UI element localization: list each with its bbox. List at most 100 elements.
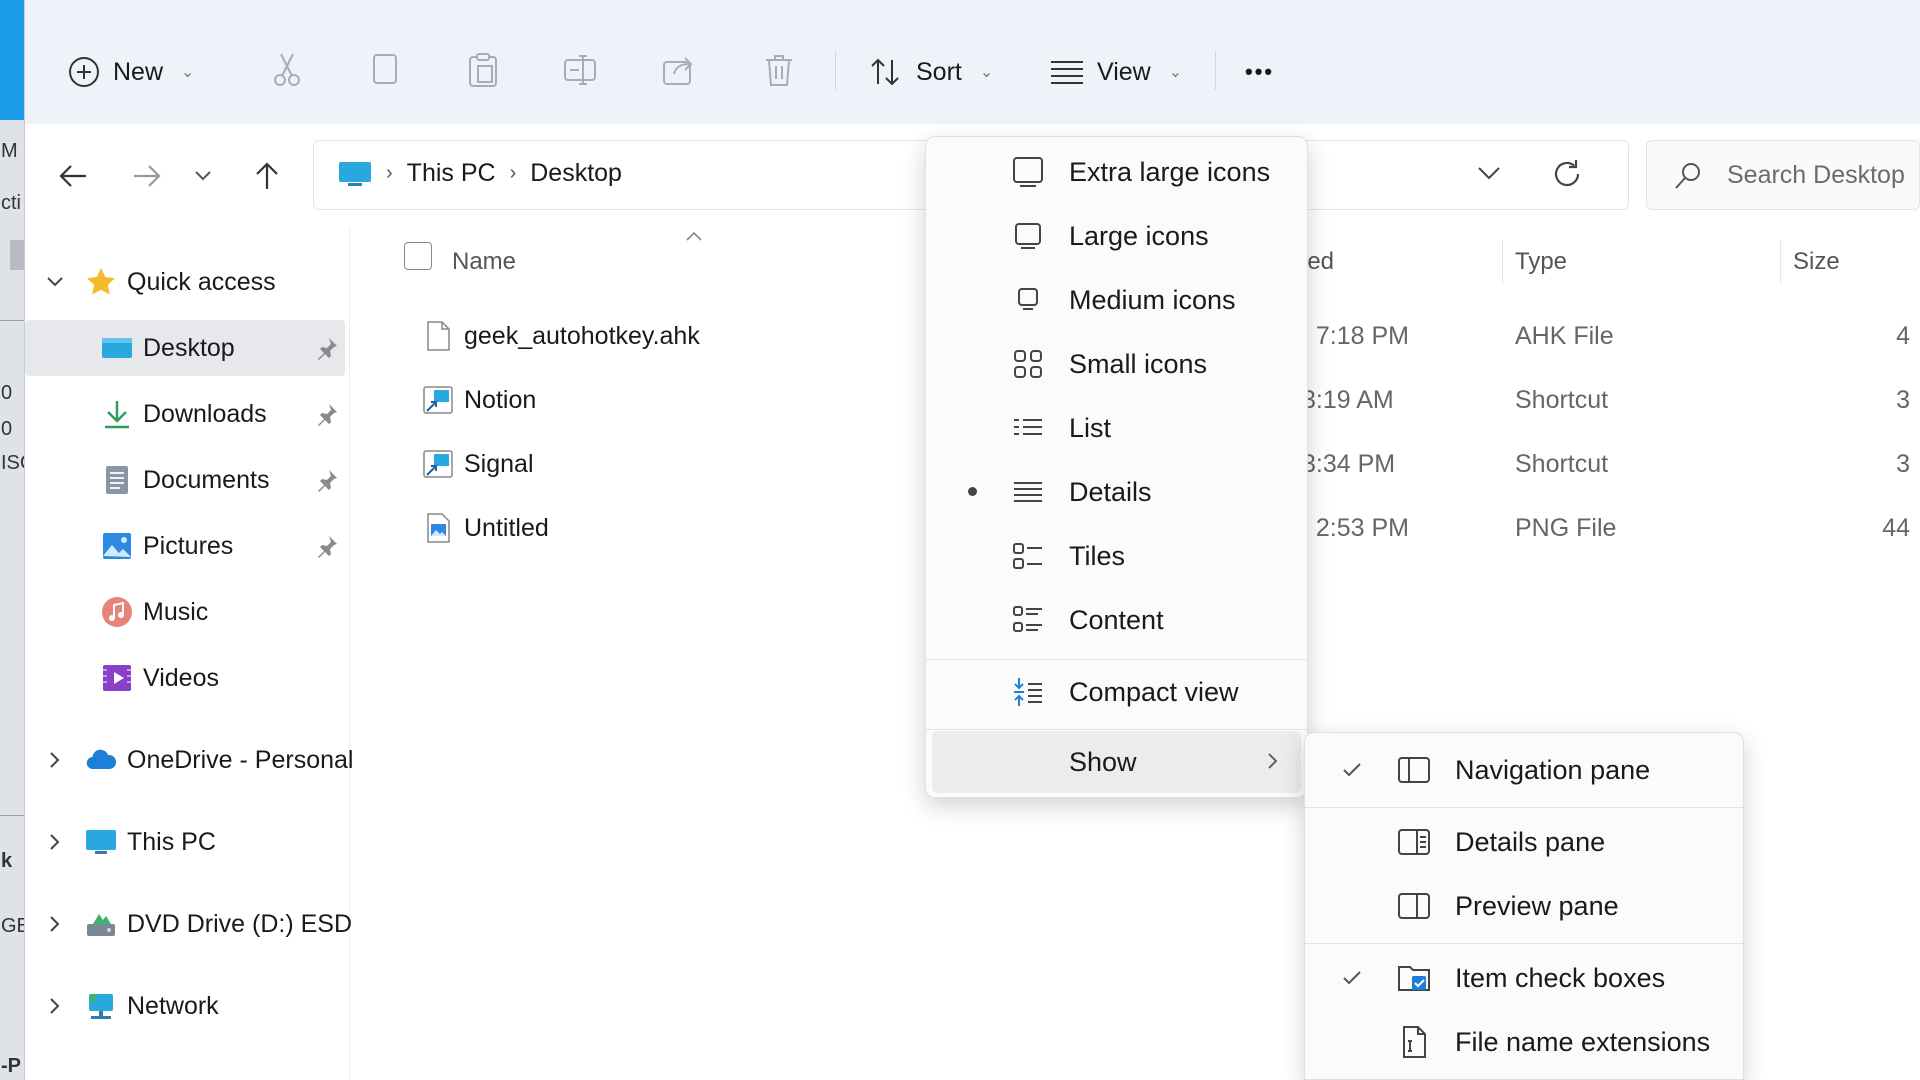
file-size: 44 <box>1882 514 1910 542</box>
forward-button[interactable] <box>125 154 169 198</box>
shortcut-icon <box>422 384 454 416</box>
sidebar-item-label: This PC <box>127 828 216 856</box>
copy-button[interactable] <box>365 50 405 90</box>
menu-item-list[interactable]: List <box>932 397 1301 459</box>
sidebar-item-label: DVD Drive (D:) ESD- <box>127 910 361 938</box>
checkbox-folder-icon <box>1397 961 1431 995</box>
sidebar-item-documents[interactable]: Documents <box>25 452 345 508</box>
file-icon <box>422 320 454 352</box>
arrow-right-icon <box>132 163 162 189</box>
sidebar-item-label: Pictures <box>143 532 234 560</box>
sidebar-item-videos[interactable]: Videos <box>25 650 345 706</box>
menu-item-item-check-boxes[interactable]: Item check boxes <box>1311 947 1737 1009</box>
background-text-fragment: GB <box>1 915 24 937</box>
search-input[interactable]: Search Desktop <box>1646 140 1920 210</box>
menu-item-navigation-pane[interactable]: Navigation pane <box>1311 739 1737 801</box>
view-menu: Extra large icons Large icons Medium ico… <box>925 136 1309 798</box>
menu-item-tiles[interactable]: Tiles <box>932 525 1301 587</box>
sidebar-item-desktop[interactable]: Desktop <box>25 320 345 376</box>
selected-bullet-icon <box>968 487 977 496</box>
sort-ascending-icon <box>685 230 703 242</box>
up-button[interactable] <box>245 154 289 198</box>
sidebar-item-downloads[interactable]: Downloads <box>25 386 345 442</box>
file-type: PNG File <box>1515 514 1617 542</box>
more-options-button[interactable]: ••• <box>1245 44 1274 100</box>
menu-item-label: Small icons <box>1069 349 1208 379</box>
chevron-right-icon[interactable] <box>43 994 67 1018</box>
sidebar-item-label: Music <box>143 598 209 626</box>
sidebar-item-onedrive[interactable]: OneDrive - Personal <box>25 732 353 788</box>
sidebar-item-dvd-drive[interactable]: DVD Drive (D:) ESD- <box>25 896 360 952</box>
sort-button[interactable]: Sort ⌄ <box>868 44 993 100</box>
file-date: : 2:53 PM <box>1302 514 1409 542</box>
menu-item-large-icons[interactable]: Large icons <box>932 205 1301 267</box>
refresh-icon <box>1550 157 1584 191</box>
pc-monitor-icon <box>85 826 117 858</box>
delete-button[interactable] <box>759 50 799 90</box>
navigation-pane-icon <box>1397 753 1431 787</box>
chevron-right-icon[interactable] <box>43 830 67 854</box>
new-button[interactable]: New ⌄ <box>67 44 194 100</box>
recent-locations-button[interactable] <box>181 154 225 198</box>
column-divider[interactable] <box>1502 240 1503 284</box>
menu-item-medium-icons[interactable]: Medium icons <box>932 269 1301 331</box>
background-divider <box>0 815 24 816</box>
file-name: Untitled <box>464 514 549 542</box>
chevron-right-icon[interactable] <box>43 912 67 936</box>
plus-circle-icon <box>67 55 101 89</box>
select-all-checkbox[interactable] <box>404 242 432 270</box>
refresh-button[interactable] <box>1550 157 1584 191</box>
background-text-fragment: cti <box>1 192 21 214</box>
menu-item-label: Extra large icons <box>1069 157 1271 187</box>
share-button[interactable] <box>659 50 699 90</box>
menu-item-details[interactable]: Details <box>932 461 1301 523</box>
monitor-large-icon <box>1012 156 1044 188</box>
pin-icon <box>315 468 339 492</box>
new-button-label: New <box>113 57 164 86</box>
toolbar-separator <box>835 52 836 90</box>
shortcut-icon <box>422 448 454 480</box>
view-button-label: View <box>1097 57 1151 86</box>
chevron-right-icon[interactable] <box>43 748 67 772</box>
sidebar-item-label: Downloads <box>143 400 267 428</box>
column-divider[interactable] <box>1780 240 1781 284</box>
breadcrumb: › This PC › Desktop <box>338 159 622 188</box>
sidebar-item-pictures[interactable]: Pictures <box>25 518 345 574</box>
address-history-dropdown[interactable] <box>1477 165 1501 181</box>
breadcrumb-desktop[interactable]: Desktop <box>530 159 622 188</box>
cut-button[interactable] <box>267 50 307 90</box>
column-header-size[interactable]: Size <box>1793 248 1840 276</box>
menu-item-small-icons[interactable]: Small icons <box>932 333 1301 395</box>
command-bar: New ⌄ Sort ⌄ View ⌄ ••• <box>25 0 1920 124</box>
menu-item-content[interactable]: Content <box>932 589 1301 651</box>
menu-item-extra-large-icons[interactable]: Extra large icons <box>932 141 1301 203</box>
chevron-down-icon[interactable] <box>43 270 67 294</box>
star-icon <box>85 266 117 298</box>
column-header-name[interactable]: Name <box>452 248 516 276</box>
file-date: 3:19 AM <box>1302 386 1394 414</box>
navigation-pane: Quick access Desktop Downloads Documents <box>25 228 360 1080</box>
breadcrumb-this-pc[interactable]: This PC <box>407 159 496 188</box>
menu-item-label: Navigation pane <box>1455 755 1651 785</box>
menu-item-show[interactable]: Show <box>932 731 1301 793</box>
menu-separator <box>1305 943 1745 944</box>
view-button[interactable]: View ⌄ <box>1049 44 1182 100</box>
menu-item-details-pane[interactable]: Details pane <box>1311 811 1737 873</box>
menu-item-file-name-extensions[interactable]: File name extensions <box>1311 1011 1737 1073</box>
file-name: Notion <box>464 386 537 414</box>
sidebar-item-quick-access[interactable]: Quick access <box>25 254 345 310</box>
menu-item-preview-pane[interactable]: Preview pane <box>1311 875 1737 937</box>
copy-icon <box>370 53 400 87</box>
rename-button[interactable] <box>561 50 601 90</box>
monitor-icon <box>1012 220 1044 252</box>
sidebar-item-network[interactable]: Network <box>25 978 345 1034</box>
sidebar-item-label: Network <box>127 992 219 1020</box>
sidebar-item-this-pc[interactable]: This PC <box>25 814 345 870</box>
sidebar-item-music[interactable]: Music <box>25 584 345 640</box>
file-type: AHK File <box>1515 322 1614 350</box>
menu-item-compact-view[interactable]: Compact view <box>932 661 1301 723</box>
checkmark-icon <box>1341 967 1363 989</box>
back-button[interactable] <box>51 154 95 198</box>
column-header-type[interactable]: Type <box>1515 248 1567 276</box>
paste-button[interactable] <box>463 50 503 90</box>
